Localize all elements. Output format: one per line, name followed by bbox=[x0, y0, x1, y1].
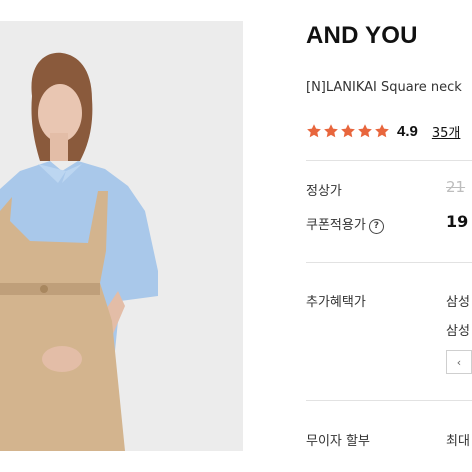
star-icon bbox=[324, 124, 338, 138]
rating-value: 4.9 bbox=[397, 122, 418, 140]
product-detail-page: AND YOU [N]LANIKAI Square neck 4.9 35개 정… bbox=[0, 0, 472, 472]
divider bbox=[306, 400, 472, 401]
star-icon bbox=[341, 124, 355, 138]
review-count-link[interactable]: 35개 bbox=[432, 122, 461, 141]
installment-value: 최대 bbox=[446, 434, 470, 449]
help-icon[interactable]: ? bbox=[368, 218, 384, 234]
rating-row: 4.9 35개 bbox=[306, 120, 460, 142]
star-icon bbox=[375, 124, 389, 138]
regular-price-value: 21 bbox=[446, 178, 466, 196]
brand-name[interactable]: AND YOU bbox=[306, 22, 418, 50]
chevron-left-icon: ‹ bbox=[456, 355, 462, 369]
divider bbox=[306, 262, 472, 263]
product-image[interactable] bbox=[0, 21, 243, 451]
previous-button[interactable]: ‹ bbox=[446, 350, 472, 374]
product-info-panel: AND YOU [N]LANIKAI Square neck 4.9 35개 정… bbox=[306, 0, 472, 472]
coupon-price-label-row: 쿠폰적용가? bbox=[306, 214, 384, 234]
star-icon bbox=[307, 124, 321, 138]
divider bbox=[306, 160, 472, 161]
star-icon bbox=[358, 124, 372, 138]
benefit-card-item[interactable]: 삼성 bbox=[446, 291, 470, 310]
coupon-price-label: 쿠폰적용가 bbox=[306, 218, 366, 233]
product-title: [N]LANIKAI Square neck bbox=[306, 80, 462, 95]
installment-label: 무이자 할부 bbox=[306, 434, 370, 449]
model-illustration bbox=[0, 21, 243, 451]
regular-price-label: 정상가 bbox=[306, 184, 342, 199]
benefit-card-item[interactable]: 삼성 bbox=[446, 320, 470, 339]
extra-benefit-label: 추가혜택가 bbox=[306, 295, 366, 310]
coupon-price-value: 19 bbox=[446, 212, 469, 231]
star-rating bbox=[306, 123, 390, 139]
